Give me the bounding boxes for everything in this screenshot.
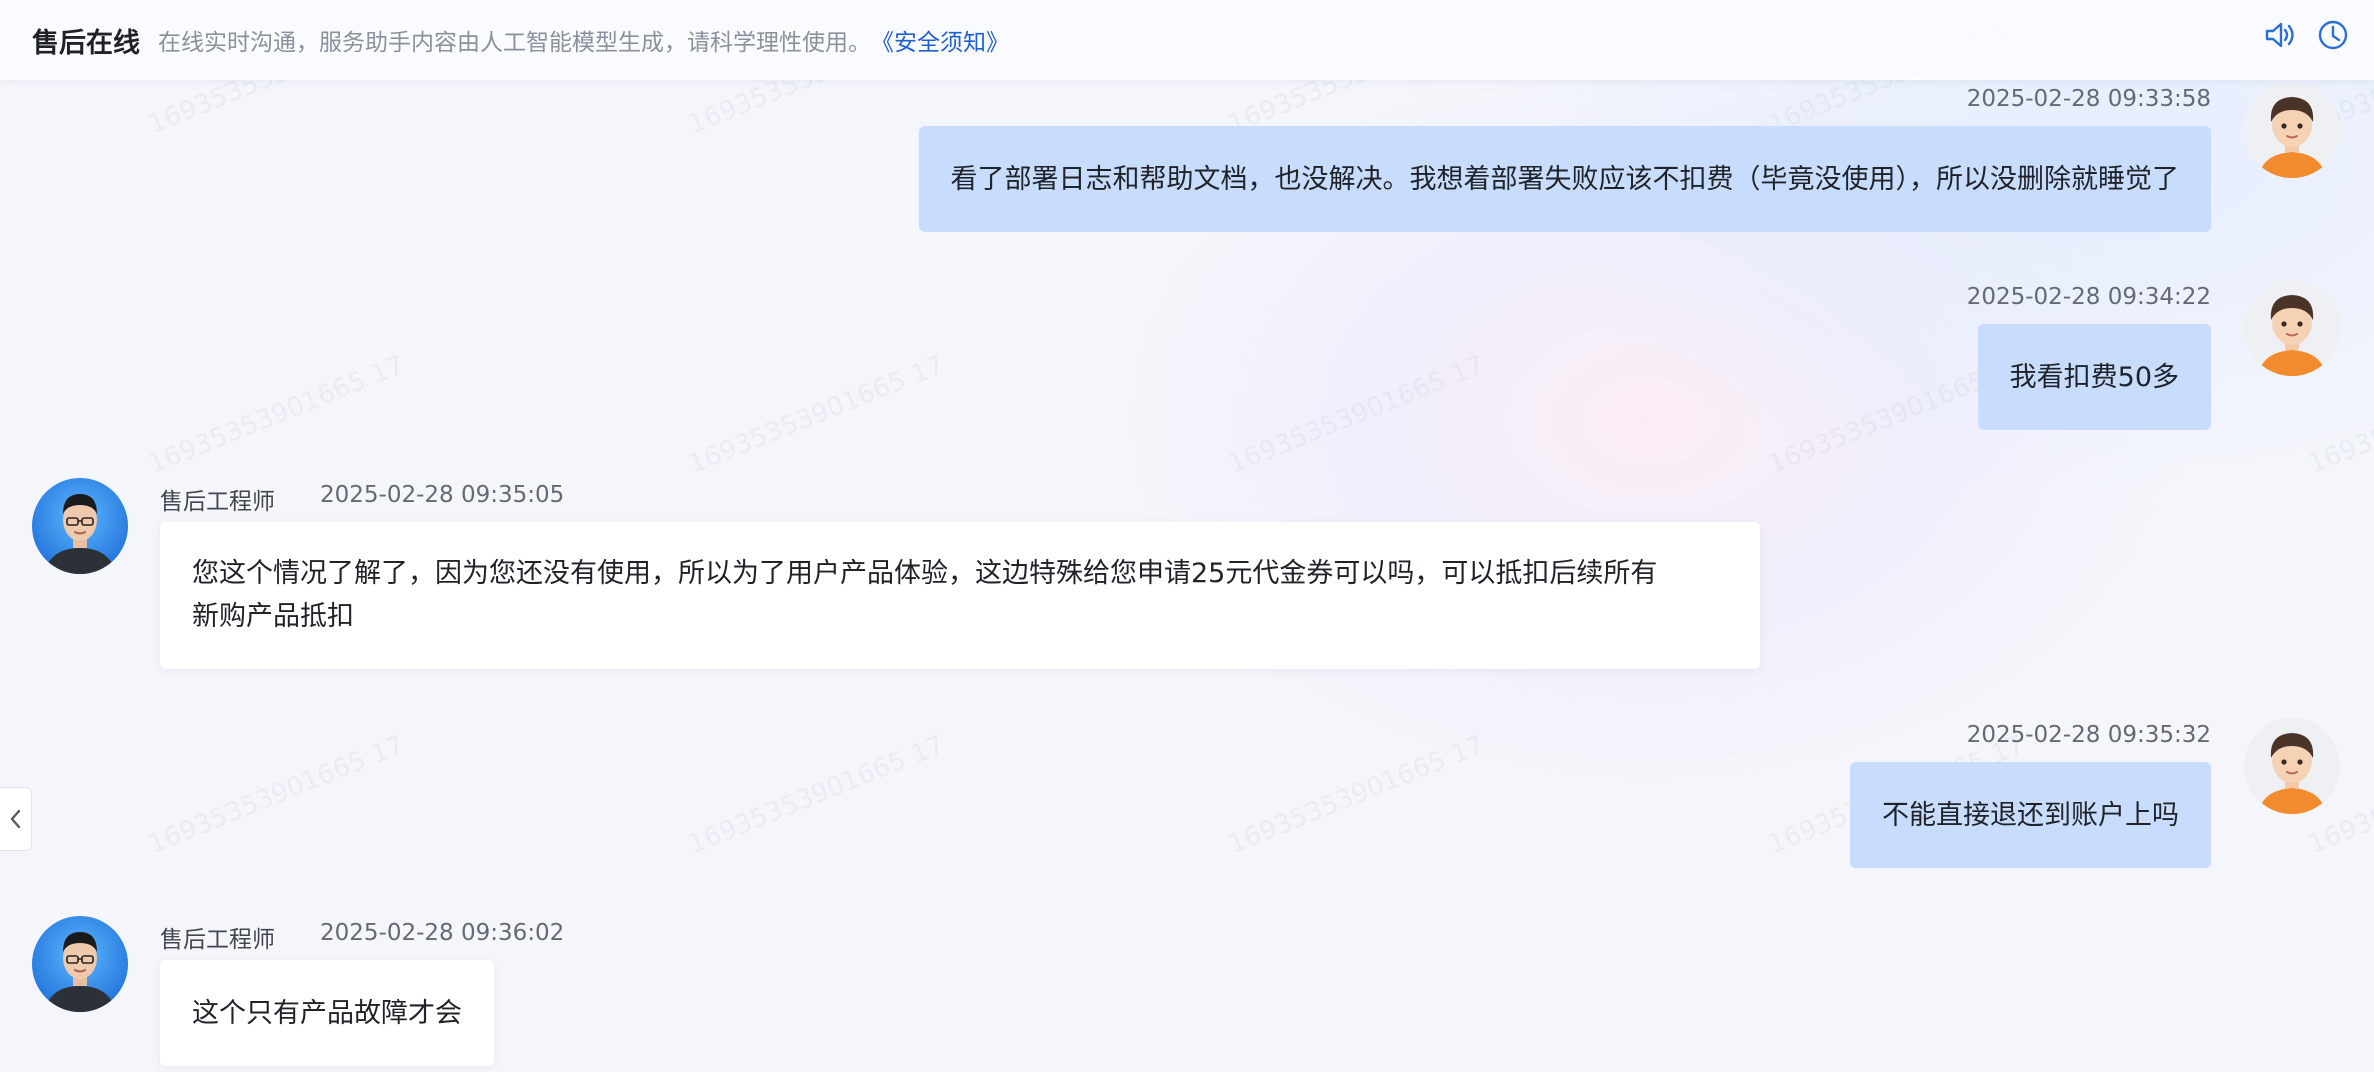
user-avatar[interactable] bbox=[2244, 82, 2340, 178]
agent-avatar[interactable] bbox=[32, 916, 128, 1012]
message-timestamp: 2025-02-28 09:35:05 bbox=[320, 482, 565, 508]
message-text: 我看扣费50多 bbox=[2009, 361, 2179, 393]
message-text: 看了部署日志和帮助文档，也没解决。我想着部署失败应该不扣费（毕竟没使用），所以没… bbox=[950, 163, 2180, 195]
header-icons bbox=[2262, 18, 2350, 52]
message-text: 这个只有产品故障才会 bbox=[192, 997, 462, 1029]
agent-message-bubble: 您这个情况了解了，因为您还没有使用，所以为了用户产品体验，这边特殊给您申请25元… bbox=[160, 522, 1760, 669]
message-timestamp: 2025-02-28 09:33:58 bbox=[1966, 86, 2211, 112]
sender-name: 售后工程师 bbox=[160, 927, 275, 953]
safety-notice-link[interactable]: 《安全须知》 bbox=[871, 23, 1009, 57]
speaker-icon[interactable] bbox=[2262, 18, 2296, 52]
watermark-text: 16935353901665 17 bbox=[1224, 349, 1489, 481]
message-text-line: 您这个情况了解了，因为您还没有使用，所以为了用户产品体验，这边特殊给您申请25元… bbox=[192, 558, 1658, 589]
user-message-bubble: 不能直接退还到账户上吗 bbox=[1850, 762, 2211, 868]
agent-avatar-icon bbox=[32, 916, 128, 1012]
message-timestamp: 2025-02-28 09:35:32 bbox=[1966, 722, 2211, 748]
watermark-text: 16935353901665 17 bbox=[1224, 729, 1489, 861]
message-text-line: 新购产品抵扣 bbox=[192, 601, 354, 632]
header-title: 售后在线 bbox=[32, 27, 140, 59]
user-message-bubble: 我看扣费50多 bbox=[1977, 324, 2211, 430]
user-message-bubble: 看了部署日志和帮助文档，也没解决。我想着部署失败应该不扣费（毕竟没使用），所以没… bbox=[918, 126, 2211, 232]
message-timestamp: 2025-02-28 09:34:22 bbox=[1966, 284, 2211, 310]
sender-name: 售后工程师 bbox=[160, 489, 275, 515]
message-timestamp: 2025-02-28 09:36:02 bbox=[320, 920, 565, 946]
agent-avatar-icon bbox=[32, 478, 128, 574]
header-notice: 在线实时沟通，服务助手内容由人工智能模型生成，请科学理性使用。 bbox=[158, 30, 871, 56]
user-avatar-icon bbox=[2244, 718, 2340, 814]
chat-header: 售后在线 在线实时沟通，服务助手内容由人工智能模型生成，请科学理性使用。 《安全… bbox=[0, 0, 2374, 80]
message-text: 不能直接退还到账户上吗 bbox=[1882, 799, 2179, 831]
history-clock-icon[interactable] bbox=[2316, 18, 2350, 52]
user-avatar[interactable] bbox=[2244, 280, 2340, 376]
watermark-text: 16935353901665 17 bbox=[144, 729, 409, 861]
chevron-left-icon bbox=[10, 809, 20, 829]
agent-avatar[interactable] bbox=[32, 478, 128, 574]
watermark-text: 16935353901665 17 bbox=[684, 349, 949, 481]
watermark-text: 16935353901665 17 bbox=[684, 729, 949, 861]
user-avatar-icon bbox=[2244, 82, 2340, 178]
user-avatar[interactable] bbox=[2244, 718, 2340, 814]
collapse-panel-button[interactable] bbox=[0, 787, 32, 851]
agent-message-bubble: 这个只有产品故障才会 bbox=[160, 960, 494, 1066]
user-avatar-icon bbox=[2244, 280, 2340, 376]
watermark-text: 16935353901665 17 bbox=[144, 349, 409, 481]
